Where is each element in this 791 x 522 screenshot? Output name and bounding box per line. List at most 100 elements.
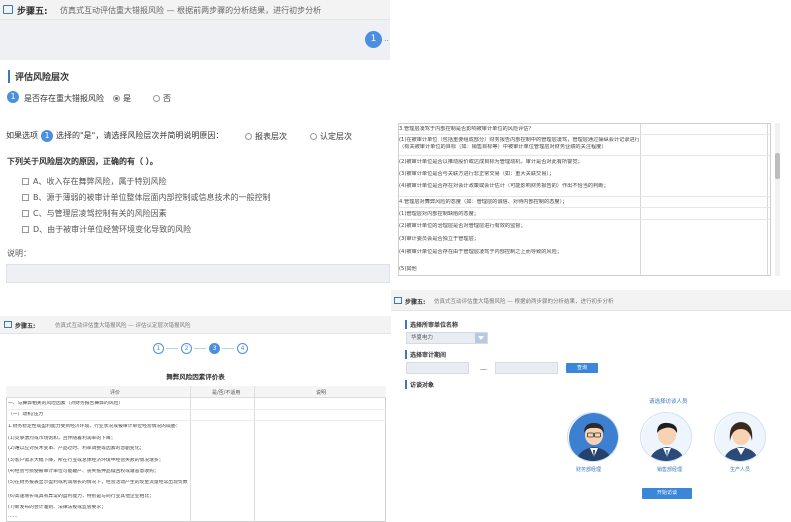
- radio-no[interactable]: 否: [153, 93, 171, 104]
- table-row: ……: [8, 514, 18, 519]
- choice-d[interactable]: D、由于被审计单位经营环境变化导致的风险: [22, 224, 191, 235]
- column-header-evaluation: 评价: [110, 390, 121, 396]
- section-title: 评估风险层次: [8, 70, 69, 83]
- avatar-label: 生产人员: [730, 467, 751, 473]
- table-row: (2)被审计单位是否以推动股价或达成目标为管理动机，审计是否对此有所警觉；: [399, 159, 583, 165]
- step-label: 步骤五:: [405, 299, 426, 306]
- scrollbar-thumb[interactable]: [775, 153, 780, 179]
- table-row: （一）动机/压力: [8, 412, 44, 417]
- end-date-field[interactable]: [495, 362, 558, 374]
- row-divider: [399, 155, 770, 156]
- avatar-label: 财务部经理: [576, 467, 602, 473]
- risk-level-question: 如果选项 1 选择的"是"，请选择风险层次并简明说明原因：: [6, 130, 223, 142]
- fraud-factor-table-panel: 3.管理层凌驾于内部控制是否影响被审计单位的风险评估？ (1)在被审计单位（包括…: [395, 103, 791, 278]
- question-text: 是否存在重大错报风险: [24, 94, 104, 103]
- step-label: 步骤五:: [15, 323, 36, 330]
- select-interviewee-link[interactable]: 请选择访谈人员: [649, 397, 688, 405]
- choice-label: D、由于被审计单位经营环境变化导致的风险: [33, 225, 192, 234]
- risk-level-panel: 步骤五: 仿真式互动评估重大错报风险 — 根据前两步骤的分析结果，进行初步分析 …: [0, 0, 390, 283]
- question-prefix: 如果选项: [6, 131, 38, 140]
- period-label: 选择审计期间: [405, 350, 446, 359]
- table-row: (3)被审计单位是否与关联方进行非正常交易（如：重大关联交易）；: [399, 171, 555, 177]
- avatar-finance-manager[interactable]: [567, 412, 619, 462]
- column-divider: [254, 386, 255, 522]
- checkbox-icon[interactable]: [22, 210, 29, 217]
- table-row: 一、与舞弊相关的风险因素（对财务报告舞弊的风险）: [8, 401, 124, 406]
- step-1[interactable]: 1: [153, 343, 164, 354]
- chevron-down-icon[interactable]: [475, 333, 487, 343]
- person-icon: [569, 413, 618, 461]
- person-icon: [716, 413, 765, 461]
- start-date-field[interactable]: [406, 362, 469, 374]
- question-text: 选择的"是"，请选择风险层次并简明说明原因：: [56, 131, 224, 140]
- table-row: （有关被审计单位的目标（如：销售目标等）中被审计单位管理层对财务业绩的关注程度）: [399, 144, 607, 150]
- document-icon: [3, 5, 13, 14]
- column-divider: [767, 123, 768, 276]
- row-divider: [399, 219, 770, 220]
- step-indicator[interactable]: 1: [365, 31, 382, 48]
- avatar-production-staff[interactable]: [714, 412, 766, 462]
- table-row: (5)在财务报表显示盈利或利润增长的情况下，经营活动产生的现金流量经常出现负数；: [8, 480, 188, 485]
- radio-icon[interactable]: [245, 133, 252, 140]
- step-label: 步骤五:: [17, 7, 48, 17]
- row-divider: [399, 134, 770, 135]
- radio-yes[interactable]: 是: [113, 93, 131, 104]
- document-icon: [4, 321, 12, 328]
- multiple-choice-question: 下列关于风险层次的原因，正确的有（ ）。: [7, 157, 158, 166]
- table-row: (1)竞争激烈或市场饱和，且伴随着利润率的下降；: [8, 436, 116, 441]
- step-header: 步骤五: 仿真式互动评估重大错报风险 — 评估认定层次错报风险: [0, 316, 391, 334]
- explanation-label: 说明：: [7, 249, 31, 258]
- table-row: (4)被审计单位是否存在由于管理层凌驾于内部控制之上而导致的风险；: [399, 249, 562, 255]
- choice-label: B、源于薄弱的被审计单位整体层面内部控制或信息技术的一般控制: [33, 193, 271, 202]
- checkbox-icon[interactable]: [22, 194, 29, 201]
- choice-a[interactable]: A、收入存在舞弊风险，属于特别风险: [22, 176, 166, 187]
- step-2[interactable]: 2: [181, 343, 192, 354]
- radio-icon[interactable]: [310, 133, 317, 140]
- fraud-evaluation-panel: 步骤五: 仿真式互动评估重大错报风险 — 评估认定层次错报风险 1 2 3 4 …: [0, 316, 391, 522]
- start-interview-button[interactable]: 开始访谈: [642, 488, 692, 499]
- scrollbar-track[interactable]: [775, 123, 780, 276]
- avatar-label: 销售部经理: [657, 467, 683, 473]
- table-row: (7)新发布的会计准则、法律法规或监管要求；: [8, 505, 106, 510]
- radio-no-label: 否: [163, 94, 171, 103]
- radio-statement-level[interactable]: 报表层次: [245, 131, 287, 142]
- table-row: 4.管理层对舞弊风险的态度（如：管理层的诚信、对待内部控制的态度）；: [399, 199, 568, 205]
- company-label: 选择所审单位名称: [405, 320, 458, 329]
- table-row: (3)审计委员会是否独立于管理层；: [399, 236, 479, 242]
- column-divider: [640, 123, 641, 276]
- step-connector: [222, 348, 234, 349]
- radio-assertion-level[interactable]: 认定层次: [310, 131, 352, 142]
- step-header: 步骤五: 仿真式互动评估重大错报风险 — 根据前两步骤的分析结果，进行初步分析: [0, 0, 390, 20]
- radio-icon[interactable]: [153, 95, 160, 102]
- table-row: 1.财务稳定性或盈利能力受到经济环境、行业状况或被审计单位经营情况的威胁：: [8, 424, 181, 429]
- checkbox-icon[interactable]: [22, 178, 29, 185]
- radio-yes-label: 是: [123, 94, 131, 103]
- step-progress-bar: [0, 20, 390, 60]
- checkbox-icon[interactable]: [22, 226, 29, 233]
- radio-label: 认定层次: [320, 132, 352, 141]
- step-description: 仿真式互动评估重大错报风险 — 根据前两步骤的分析结果，进行初步分析: [60, 6, 322, 15]
- radio-icon[interactable]: [113, 95, 120, 102]
- step-header: 步骤五: 仿真式互动评估重大错报风险 — 根据前两步骤的分析结果，进行初步分析: [391, 290, 791, 311]
- question-number: 1: [41, 130, 53, 142]
- choice-b[interactable]: B、源于薄弱的被审计单位整体层面内部控制或信息技术的一般控制: [22, 192, 271, 203]
- step-3[interactable]: 3: [209, 343, 220, 354]
- query-button[interactable]: 查询: [566, 363, 598, 373]
- company-select[interactable]: 华夏电力: [406, 332, 488, 344]
- table-row: (5)其他: [399, 266, 417, 272]
- avatar-sales-manager[interactable]: [640, 412, 692, 462]
- table-row: 3.管理层凌驾于内部控制是否影响被审计单位的风险评估？: [399, 126, 534, 132]
- table-row: (1)在被审计单位（包括重要组成部分）财务报告内部控制中的管理层凌驾，管理层通过…: [399, 137, 639, 143]
- table-row: (4)被审计单位是否存在对会计政策或会计估计（可能影响财务报告的）作出不恰当的判…: [399, 183, 609, 189]
- document-icon: [394, 297, 402, 304]
- step-4[interactable]: 4: [237, 343, 248, 354]
- person-icon: [642, 413, 691, 461]
- column-header-notes: 说明: [316, 390, 327, 396]
- table-row: (2)难以应对技术变革、产品过时、利率调整等因素的急剧变化；: [8, 446, 145, 451]
- row-divider: [6, 409, 386, 410]
- table-row: (2)被审计单位的治理层是否对管理层进行有效的监督；: [399, 223, 526, 229]
- explanation-textarea[interactable]: [6, 264, 390, 283]
- question-number: 1: [7, 91, 19, 103]
- choice-c[interactable]: C、与管理层凌驾控制有关的风险因素: [22, 208, 167, 219]
- interview-panel: 步骤五: 仿真式互动评估重大错报风险 — 根据前两步骤的分析结果，进行初步分析 …: [391, 290, 791, 522]
